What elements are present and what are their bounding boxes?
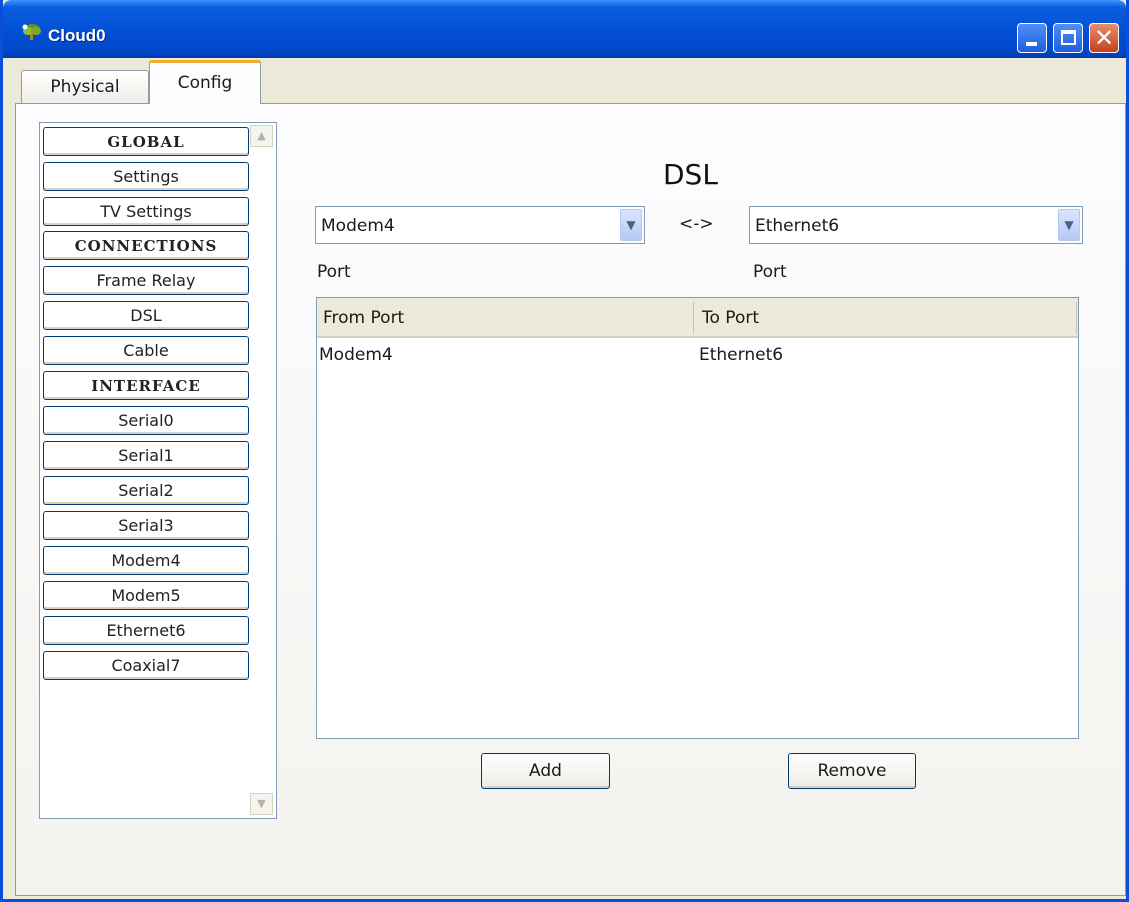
close-icon: ✕	[1094, 24, 1115, 52]
from-port-value: Modem4	[321, 216, 395, 236]
scroll-up-button[interactable]: ▲	[250, 125, 273, 147]
sidebar-item-serial0[interactable]: Serial0	[43, 406, 249, 435]
column-divider[interactable]	[1076, 302, 1077, 334]
scroll-down-icon: ▼	[257, 797, 266, 810]
sidebar-item-modem5[interactable]: Modem5	[43, 581, 249, 610]
column-header-from-port[interactable]: From Port	[323, 308, 404, 328]
sidebar-item-modem4[interactable]: Modem4	[43, 546, 249, 575]
to-port-value: Ethernet6	[755, 216, 840, 236]
chevron-down-icon[interactable]: ▼	[1058, 209, 1080, 241]
connections-table	[316, 297, 1079, 739]
chevron-down-icon[interactable]: ▼	[620, 209, 642, 241]
sidebar-list	[39, 122, 277, 819]
table-header	[317, 298, 1078, 338]
sidebar-item-frame-relay[interactable]: Frame Relay	[43, 266, 249, 295]
sidebar-item-settings[interactable]: Settings	[43, 162, 249, 191]
cloud-config-window: Cloud0 ✕ Physical Config ▲ ▼ GLOBAL Sett…	[0, 0, 1129, 902]
sidebar-item-dsl[interactable]: DSL	[43, 301, 249, 330]
maximize-button[interactable]	[1053, 23, 1083, 53]
from-port-label: Port	[317, 262, 351, 282]
sidebar-header-connections[interactable]: CONNECTIONS	[43, 231, 249, 260]
column-divider[interactable]	[693, 302, 694, 334]
maximize-icon	[1061, 30, 1076, 45]
page-title: DSL	[663, 158, 718, 191]
sidebar-item-ethernet6[interactable]: Ethernet6	[43, 616, 249, 645]
sidebar-item-coaxial7[interactable]: Coaxial7	[43, 651, 249, 680]
close-button[interactable]: ✕	[1089, 23, 1119, 53]
minimize-button[interactable]	[1017, 23, 1047, 53]
scroll-down-button[interactable]: ▼	[250, 793, 273, 815]
to-port-select[interactable]: Ethernet6 ▼	[749, 206, 1083, 244]
sidebar-item-serial1[interactable]: Serial1	[43, 441, 249, 470]
window-title: Cloud0	[48, 26, 106, 45]
sidebar-header-interface[interactable]: INTERFACE	[43, 371, 249, 400]
sidebar-item-serial3[interactable]: Serial3	[43, 511, 249, 540]
sidebar-item-serial2[interactable]: Serial2	[43, 476, 249, 505]
to-port-label: Port	[753, 262, 787, 282]
sidebar-item-cable[interactable]: Cable	[43, 336, 249, 365]
sidebar-header-global[interactable]: GLOBAL	[43, 127, 249, 156]
minimize-icon	[1026, 42, 1037, 46]
table-row-from-cell[interactable]: Modem4	[319, 345, 393, 365]
tab-config[interactable]: Config	[149, 60, 261, 104]
from-port-select[interactable]: Modem4 ▼	[315, 206, 645, 244]
sidebar-item-tv-settings[interactable]: TV Settings	[43, 197, 249, 226]
tab-physical[interactable]: Physical	[21, 70, 149, 106]
remove-button[interactable]: Remove	[788, 753, 916, 789]
table-row-to-cell[interactable]: Ethernet6	[699, 345, 783, 365]
scroll-up-icon: ▲	[257, 129, 266, 142]
title-bar[interactable]: Cloud0 ✕	[3, 0, 1126, 58]
cloud-device-icon	[22, 24, 41, 40]
column-header-to-port[interactable]: To Port	[702, 308, 759, 328]
add-button[interactable]: Add	[481, 753, 610, 789]
connection-separator: <->	[679, 214, 714, 234]
